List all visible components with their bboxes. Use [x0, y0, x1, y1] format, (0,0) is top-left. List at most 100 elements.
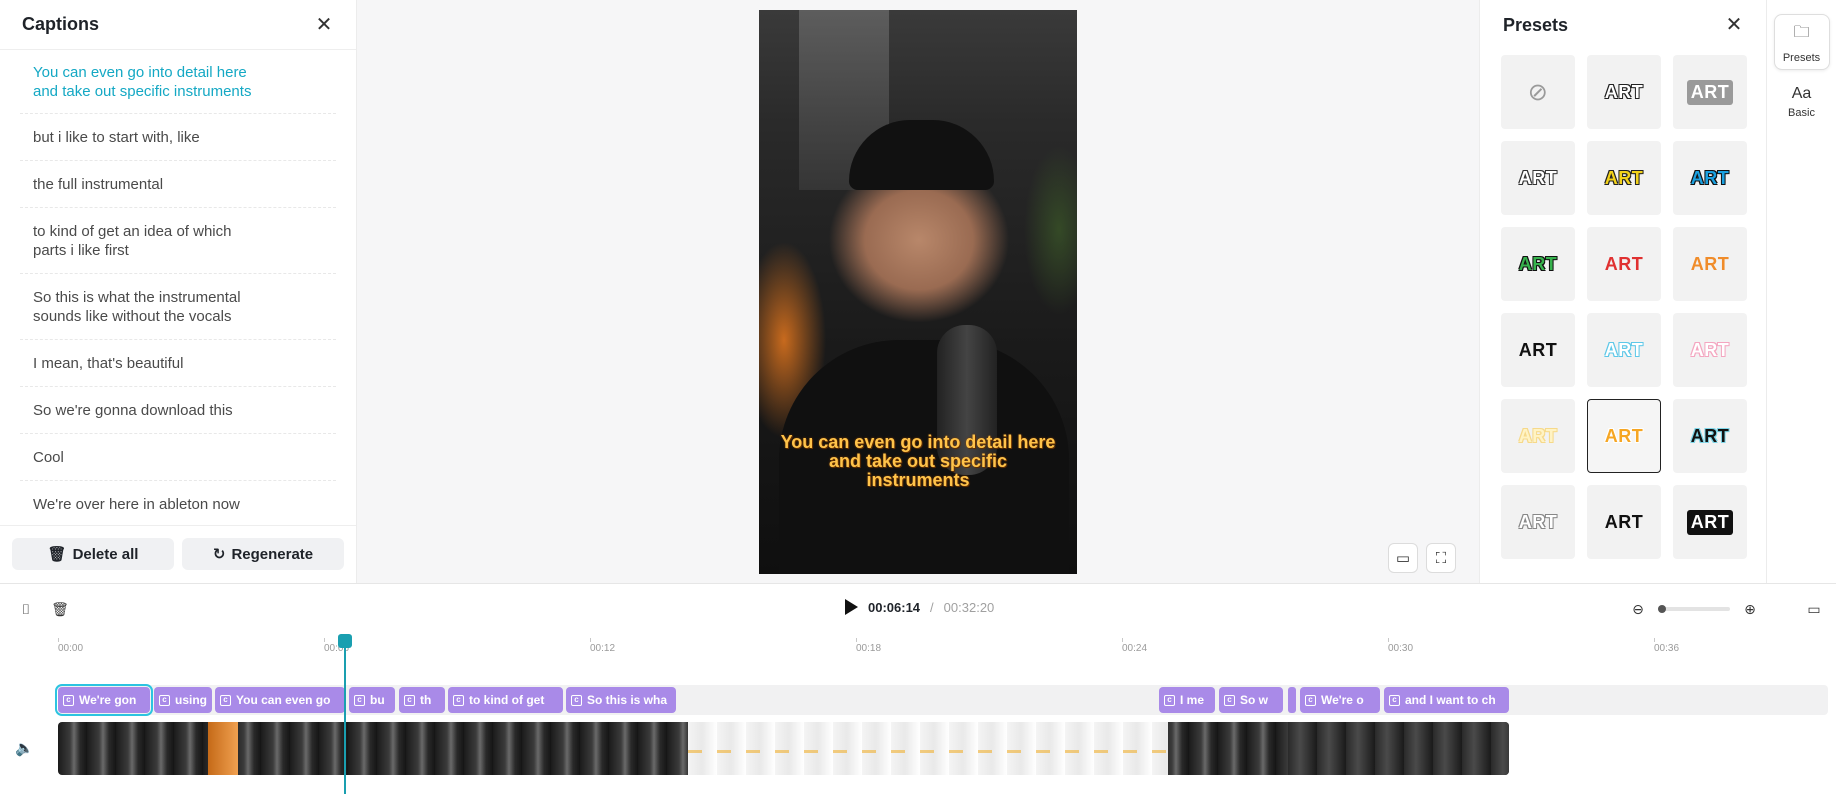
- caption-clip-label: So this is wha: [587, 693, 668, 707]
- preset-label: ART: [1690, 339, 1730, 360]
- preset-style[interactable]: ART: [1673, 485, 1747, 559]
- zoom-knob[interactable]: [1658, 605, 1666, 613]
- text-icon: Aa: [1791, 85, 1812, 102]
- caption-clip-label: You can even go: [236, 693, 331, 707]
- zoom-slider[interactable]: [1658, 605, 1730, 613]
- preset-style[interactable]: ART: [1673, 313, 1747, 387]
- caption-clip-label: to kind of get: [469, 693, 545, 707]
- ruler-tick: 00:18: [856, 638, 882, 654]
- preset-style[interactable]: ART: [1501, 313, 1575, 387]
- zoom-out-icon[interactable]: ⊖: [1628, 599, 1648, 619]
- caption-clip[interactable]: c We're o: [1300, 687, 1380, 713]
- preset-label: ART: [1690, 425, 1730, 446]
- trash-icon: 🗑: [47, 546, 67, 563]
- captions-list: You can even go into detail here and tak…: [0, 50, 356, 525]
- video-caption-text[interactable]: You can even go into detail here and tak…: [779, 433, 1057, 490]
- caption-clip[interactable]: c to kind of get: [448, 687, 563, 713]
- presets-panel: Presets ✕ ⊘ ART ART ART ART ART ART ART ART ART AR…: [1479, 0, 1766, 583]
- caption-text: I mean, that's beautiful: [33, 354, 184, 372]
- preset-style[interactable]: ART: [1587, 55, 1661, 129]
- caption-clip-label: th: [420, 693, 432, 707]
- preset-style[interactable]: ART: [1501, 227, 1575, 301]
- delete-all-button[interactable]: 🗑 Delete all: [12, 538, 174, 570]
- video-frame[interactable]: You can even go into detail here and tak…: [759, 10, 1077, 574]
- caption-clip-icon: c: [571, 694, 582, 706]
- close-icon[interactable]: ✕: [1724, 15, 1744, 35]
- volume-icon[interactable]: 🔈: [15, 739, 34, 757]
- caption-list-item[interactable]: We're over here in ableton now: [20, 481, 336, 525]
- caption-clip[interactable]: c We're gon: [55, 684, 153, 716]
- caption-clip[interactable]: c th: [399, 687, 445, 713]
- timeline: ⌷ 🗑 00:06:14 / 00:32:20 ⊖ ⊕ ▭ 00:00 00:06…: [0, 583, 1836, 794]
- ruler-tick: 00:12: [590, 638, 616, 654]
- preset-style[interactable]: ART: [1673, 141, 1747, 215]
- preset-label: ART: [1604, 511, 1644, 532]
- preset-style[interactable]: ART: [1587, 313, 1661, 387]
- time-separator: /: [930, 599, 934, 615]
- caption-list-item[interactable]: You can even go into detail here and tak…: [20, 50, 336, 114]
- timeline-toolbar: ⌷ 🗑 00:06:14 / 00:32:20 ⊖ ⊕ ▭: [0, 584, 1836, 634]
- caption-list-item[interactable]: Cool: [20, 434, 336, 481]
- close-icon[interactable]: ✕: [314, 15, 334, 35]
- split-icon[interactable]: ⌷: [16, 599, 36, 619]
- caption-clip-icon: c: [404, 694, 415, 706]
- preset-style[interactable]: ART: [1673, 55, 1747, 129]
- subtitle-toggle-icon[interactable]: ▭: [1804, 599, 1824, 619]
- caption-clip[interactable]: c bu: [349, 687, 395, 713]
- caption-clip-label: and I want to ch: [1405, 693, 1496, 707]
- caption-list-item[interactable]: So we're gonna download this: [20, 387, 336, 434]
- preset-grid: ⊘ ART ART ART ART ART ART ART ART ART ART ART ART ART…: [1480, 50, 1766, 559]
- preview-tools: ▭ ⛶: [1388, 543, 1456, 573]
- fullscreen-icon[interactable]: ⛶: [1426, 543, 1456, 573]
- caption-text: So this is what the instrumental sounds …: [33, 288, 241, 325]
- caption-list-item[interactable]: So this is what the instrumental sounds …: [20, 274, 336, 340]
- caption-clip[interactable]: c So w: [1219, 687, 1283, 713]
- editor-root: Captions ✕ You can even go into detail h…: [0, 0, 1836, 794]
- preset-style[interactable]: ART: [1587, 227, 1661, 301]
- rail-presets[interactable]: 🗀 Presets: [1773, 14, 1830, 70]
- ruler-tick: 00:30: [1388, 638, 1414, 654]
- caption-list-item[interactable]: but i like to start with, like: [20, 114, 336, 161]
- caption-clip-marker[interactable]: [1288, 687, 1296, 713]
- rail-basic[interactable]: Aa Basic: [1774, 74, 1830, 130]
- play-button[interactable]: [845, 599, 858, 615]
- regenerate-button[interactable]: ↻ Regenerate: [182, 538, 344, 570]
- preset-style[interactable]: ART: [1673, 399, 1747, 473]
- ruler-tick: 00:24: [1122, 638, 1148, 654]
- preset-label: ART: [1604, 339, 1644, 360]
- caption-list-item[interactable]: to kind of get an idea of which parts i …: [20, 208, 336, 274]
- caption-clip[interactable]: c You can even go: [215, 687, 345, 713]
- caption-clip-icon: c: [1389, 694, 1400, 706]
- preset-style[interactable]: ART: [1587, 141, 1661, 215]
- caption-list-item[interactable]: the full instrumental: [20, 161, 336, 208]
- timeline-ruler[interactable]: 00:00 00:06 00:12 00:18 00:24 00:30 00:36: [0, 638, 1836, 658]
- caption-clip[interactable]: c using: [154, 687, 212, 713]
- video-segment: [688, 722, 1168, 775]
- video-track[interactable]: [58, 722, 1509, 775]
- preview-area: You can even go into detail here and tak…: [357, 0, 1479, 583]
- caption-text: to kind of get an idea of which parts i …: [33, 222, 232, 259]
- preset-style[interactable]: ART: [1673, 227, 1747, 301]
- playhead-handle[interactable]: [338, 634, 352, 648]
- aspect-ratio-icon[interactable]: ▭: [1388, 543, 1418, 573]
- caption-list-item[interactable]: I mean, that's beautiful: [20, 340, 336, 387]
- preset-style[interactable]: ART: [1587, 485, 1661, 559]
- timeline-left-tools: ⌷ 🗑: [16, 599, 70, 619]
- zoom-in-icon[interactable]: ⊕: [1740, 599, 1760, 619]
- caption-clip-icon: c: [354, 694, 365, 706]
- preset-style[interactable]: ART: [1501, 485, 1575, 559]
- trash-icon[interactable]: 🗑: [50, 599, 70, 619]
- preset-style[interactable]: ART: [1587, 399, 1661, 473]
- preset-label: ART: [1518, 167, 1558, 188]
- rail-basic-label: Basic: [1788, 107, 1815, 119]
- preset-style[interactable]: ART: [1501, 141, 1575, 215]
- caption-clip-label: So w: [1240, 693, 1269, 707]
- caption-clip[interactable]: c and I want to ch: [1384, 687, 1509, 713]
- caption-clip-label: We're o: [1321, 693, 1364, 707]
- caption-clip[interactable]: c So this is wha: [566, 687, 676, 713]
- caption-clip-label: I me: [1180, 693, 1205, 707]
- presets-title: Presets: [1503, 14, 1569, 35]
- preset-style[interactable]: ART: [1501, 399, 1575, 473]
- caption-clip[interactable]: c I me: [1159, 687, 1215, 713]
- preset-none[interactable]: ⊘: [1501, 55, 1575, 129]
